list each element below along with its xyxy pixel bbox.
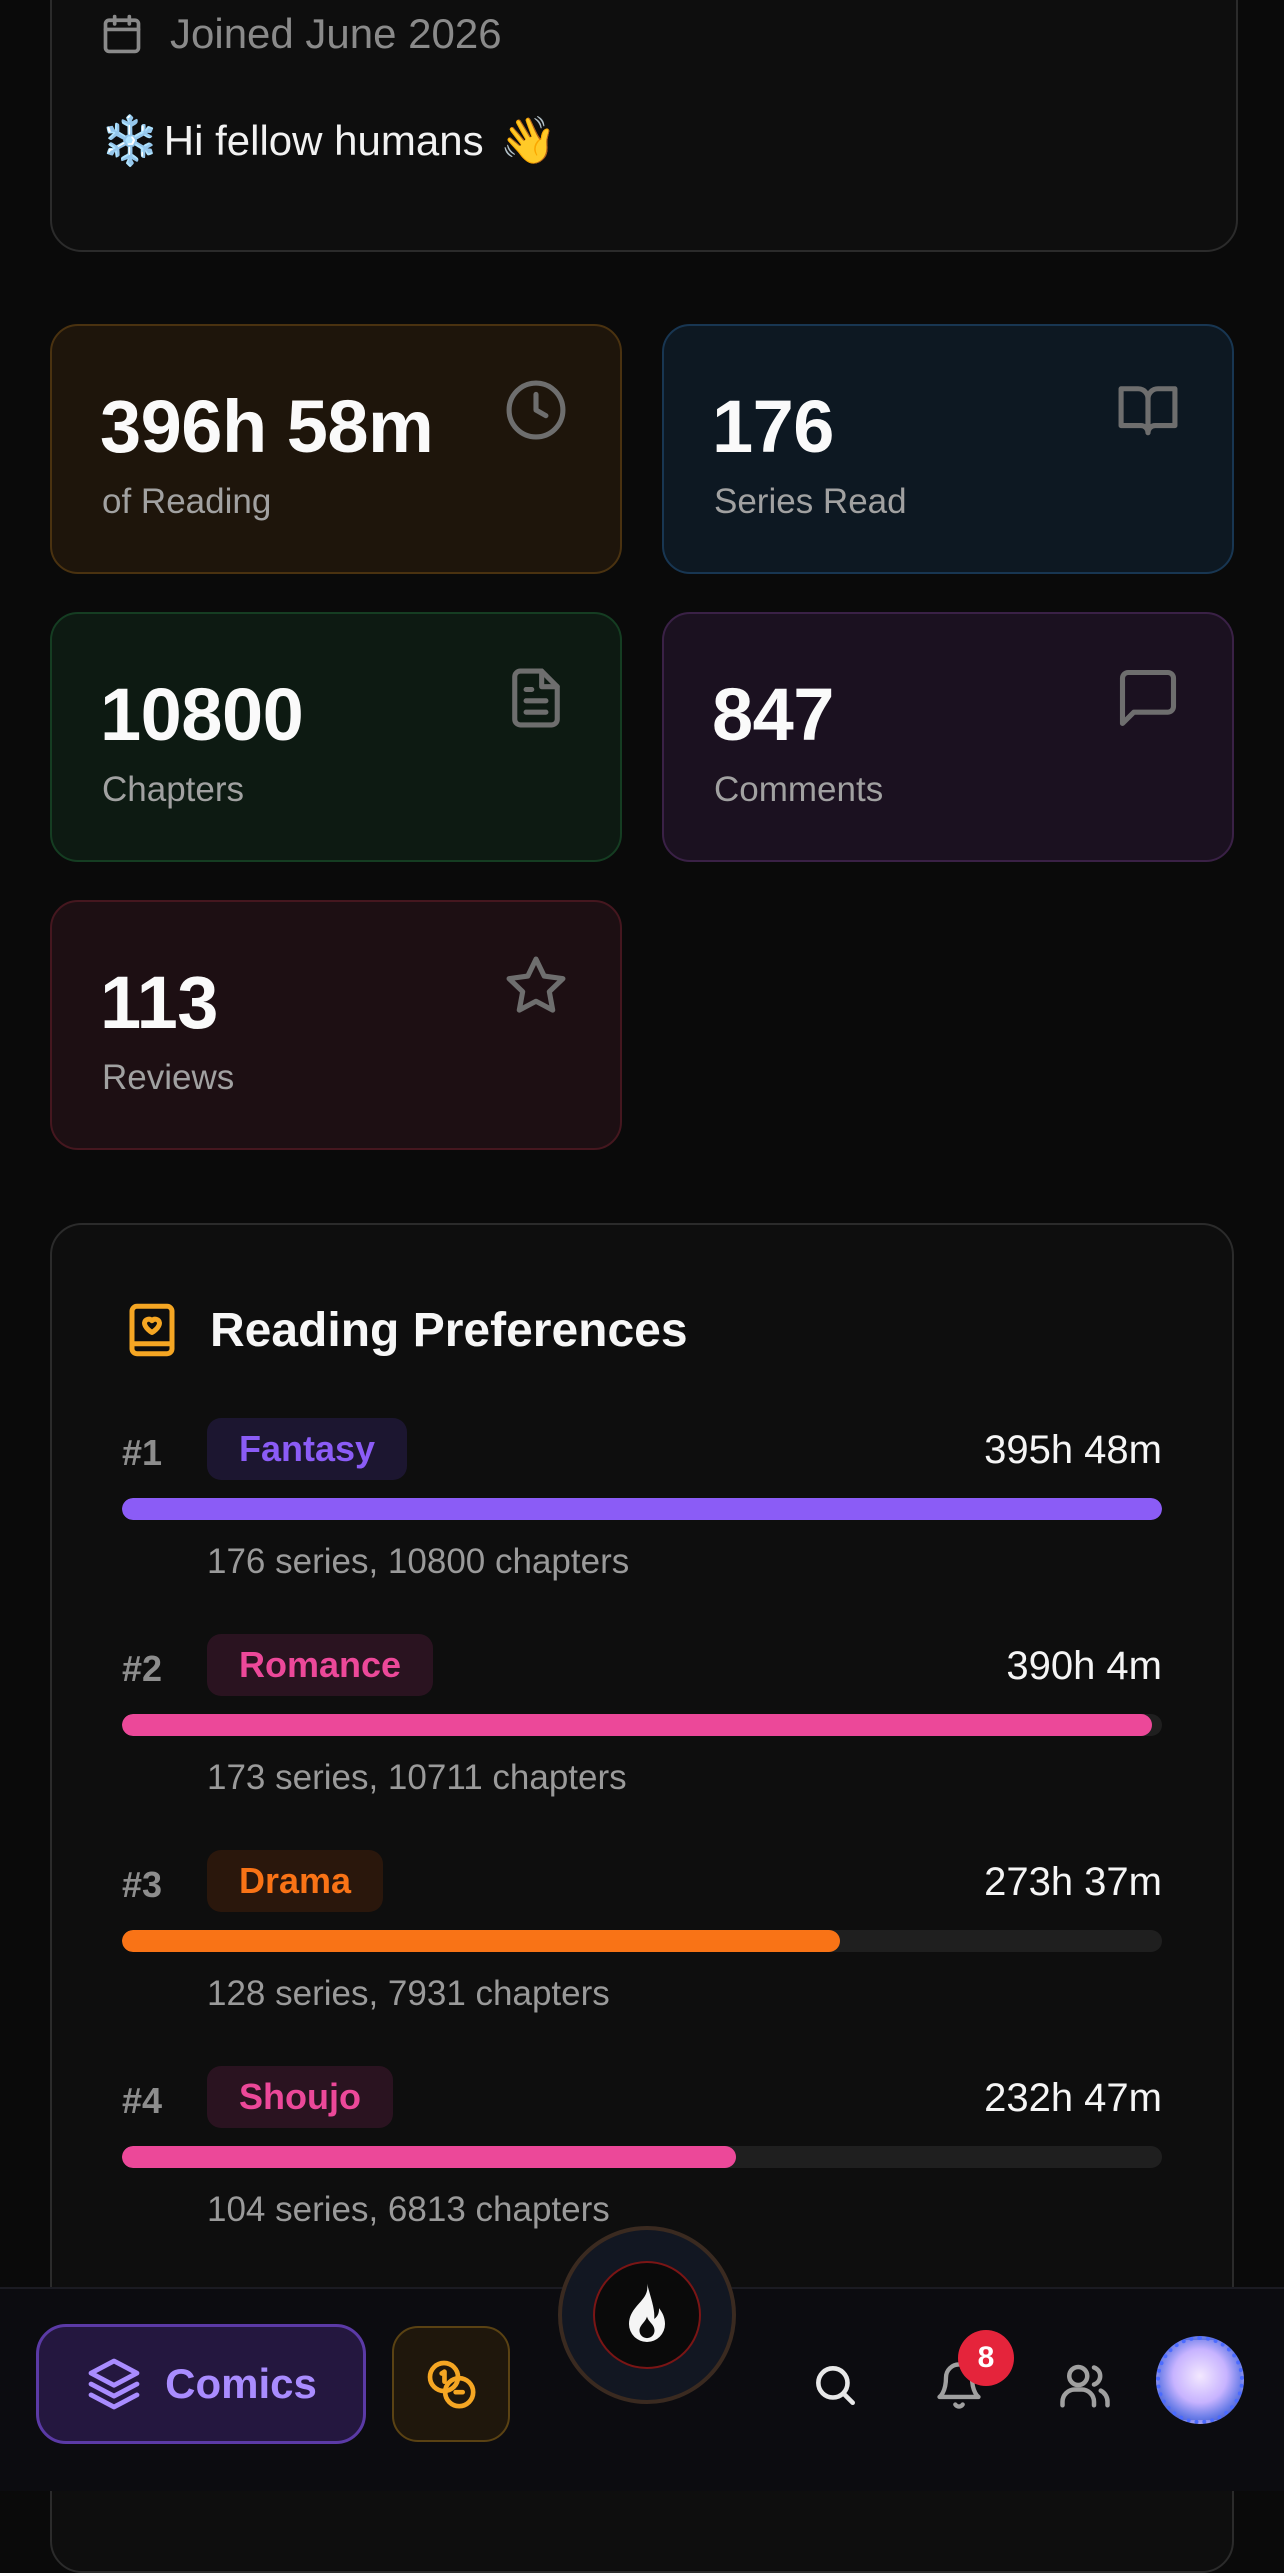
stat-value: 113: [100, 961, 218, 1044]
user-avatar[interactable]: [1156, 2336, 1244, 2424]
flame-button-inner: [593, 2261, 701, 2369]
genre-tag[interactable]: Drama: [207, 1850, 384, 1912]
progress-track: [122, 2146, 1162, 2168]
genre-hours: 395h 48m: [984, 1428, 1162, 1472]
document-icon: [512, 668, 560, 728]
stat-value: 10800: [100, 673, 304, 756]
preference-row: #2 Romance 390h 4m 173 series, 10711 cha…: [122, 1634, 1162, 1804]
comics-tab-button[interactable]: Comics: [36, 2324, 366, 2444]
chat-bubble-icon: [1119, 669, 1177, 727]
joined-row: Joined June 2026: [100, 8, 502, 60]
coins-button[interactable]: [392, 2326, 510, 2442]
stat-label: Series Read: [714, 482, 907, 521]
genre-tag[interactable]: Romance: [207, 1634, 434, 1696]
progress-fill: [122, 1498, 1162, 1520]
flame-action-button[interactable]: [558, 2226, 736, 2404]
progress-fill: [122, 1714, 1152, 1736]
waving-hand-icon: 👋: [499, 114, 557, 166]
genre-hours: 390h 4m: [1006, 1644, 1162, 1688]
comics-label: Comics: [165, 2360, 317, 2407]
stat-card-series-read: 176 Series Read: [662, 324, 1234, 574]
book-heart-icon: [129, 1303, 175, 1357]
stat-label: of Reading: [102, 482, 272, 521]
notification-count-badge: 8: [958, 2330, 1014, 2386]
stat-value: 176: [712, 385, 834, 468]
flame-icon: [629, 2283, 665, 2342]
reading-preferences-header: Reading Preferences: [122, 1300, 688, 1360]
stat-label: Comments: [714, 770, 884, 809]
genre-meta: 128 series, 7931 chapters: [207, 1974, 610, 2013]
progress-track: [122, 1714, 1162, 1736]
profile-bio: ❄️ Hi fellow humans 👋: [100, 112, 557, 169]
preference-row: #1 Fantasy 395h 48m 176 series, 10800 ch…: [122, 1418, 1162, 1588]
snowflake-icon: ❄️: [100, 115, 160, 168]
layers-icon: [88, 2358, 140, 2410]
clock-icon: [506, 380, 566, 440]
genre-meta: 104 series, 6813 chapters: [207, 2190, 610, 2229]
genre-hours: 273h 37m: [984, 1860, 1162, 1904]
stat-card-comments: 847 Comments: [662, 612, 1234, 862]
bio-text: Hi fellow humans: [163, 116, 484, 164]
book-open-icon: [1118, 386, 1178, 436]
stat-card-reviews: 113 Reviews: [50, 900, 622, 1150]
stat-value: 847: [712, 673, 834, 756]
stat-label: Chapters: [102, 770, 245, 809]
friends-button[interactable]: [1054, 2354, 1116, 2416]
stat-value: 396h 58m: [100, 385, 434, 468]
rank-number: #3: [122, 1864, 163, 1905]
coins-icon: [427, 2360, 476, 2409]
search-button[interactable]: [804, 2354, 866, 2416]
genre-tag[interactable]: Shoujo: [207, 2066, 393, 2128]
genre-meta: 173 series, 10711 chapters: [207, 1758, 627, 1797]
rank-number: #4: [122, 2080, 163, 2121]
rank-number: #1: [122, 1432, 163, 1473]
progress-fill: [122, 2146, 736, 2168]
progress-track: [122, 1498, 1162, 1520]
progress-track: [122, 1930, 1162, 1952]
progress-fill: [122, 1930, 840, 1952]
preference-row: #4 Shoujo 232h 47m 104 series, 6813 chap…: [122, 2066, 1162, 2236]
joined-date: Joined June 2026: [170, 10, 502, 57]
calendar-icon: [103, 14, 141, 54]
stat-card-reading-time: 396h 58m of Reading: [50, 324, 622, 574]
genre-hours: 232h 47m: [984, 2076, 1162, 2120]
stat-label: Reviews: [102, 1058, 235, 1097]
star-icon: [506, 956, 566, 1013]
search-icon: [816, 2366, 855, 2405]
preference-row: #3 Drama 273h 37m 128 series, 7931 chapt…: [122, 1850, 1162, 2020]
users-icon: [1060, 2364, 1110, 2408]
section-title: Reading Preferences: [210, 1303, 688, 1357]
genre-meta: 176 series, 10800 chapters: [207, 1542, 630, 1581]
genre-tag[interactable]: Fantasy: [207, 1418, 408, 1480]
stat-card-chapters: 10800 Chapters: [50, 612, 622, 862]
rank-number: #2: [122, 1648, 163, 1689]
